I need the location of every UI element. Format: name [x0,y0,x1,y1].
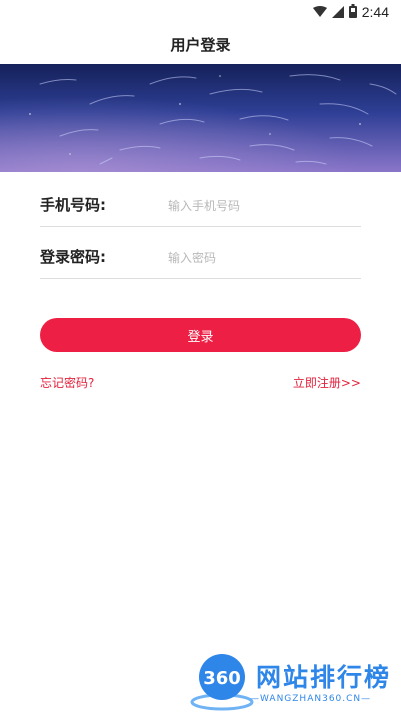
banner-image [0,64,401,172]
watermark-subtitle: —WANGZHAN360.CN— [250,694,372,704]
login-button[interactable]: 登录 [40,318,361,352]
wifi-icon [312,3,327,22]
password-input[interactable] [168,248,358,268]
watermark-logo-icon: 360 [190,654,254,711]
login-screen: 2:44 用户登录 手机号码: 输入手机号码 登录密码: 登录 忘记密码? 立即… [0,0,401,713]
phone-label: 手机号码: [40,196,106,214]
svg-text:360: 360 [203,668,241,689]
password-row: 登录密码: [40,226,361,279]
signal-icon [331,3,344,22]
app-bar: 用户登录 [0,24,401,64]
watermark-title: 网站排行榜 [256,663,392,692]
status-time: 2:44 [361,4,389,20]
page-title: 用户登录 [170,35,231,54]
status-bar: 2:44 [0,0,401,24]
watermark: 360 网站排行榜 —WANGZHAN360.CN— [186,650,401,713]
forgot-password-link[interactable]: 忘记密码? [40,374,94,391]
battery-icon [348,3,357,22]
register-link[interactable]: 立即注册>> [293,374,361,391]
phone-input[interactable] [168,196,358,216]
phone-row: 手机号码: [40,174,361,227]
status-icons: 2:44 [312,3,389,22]
password-label: 登录密码: [40,248,106,266]
